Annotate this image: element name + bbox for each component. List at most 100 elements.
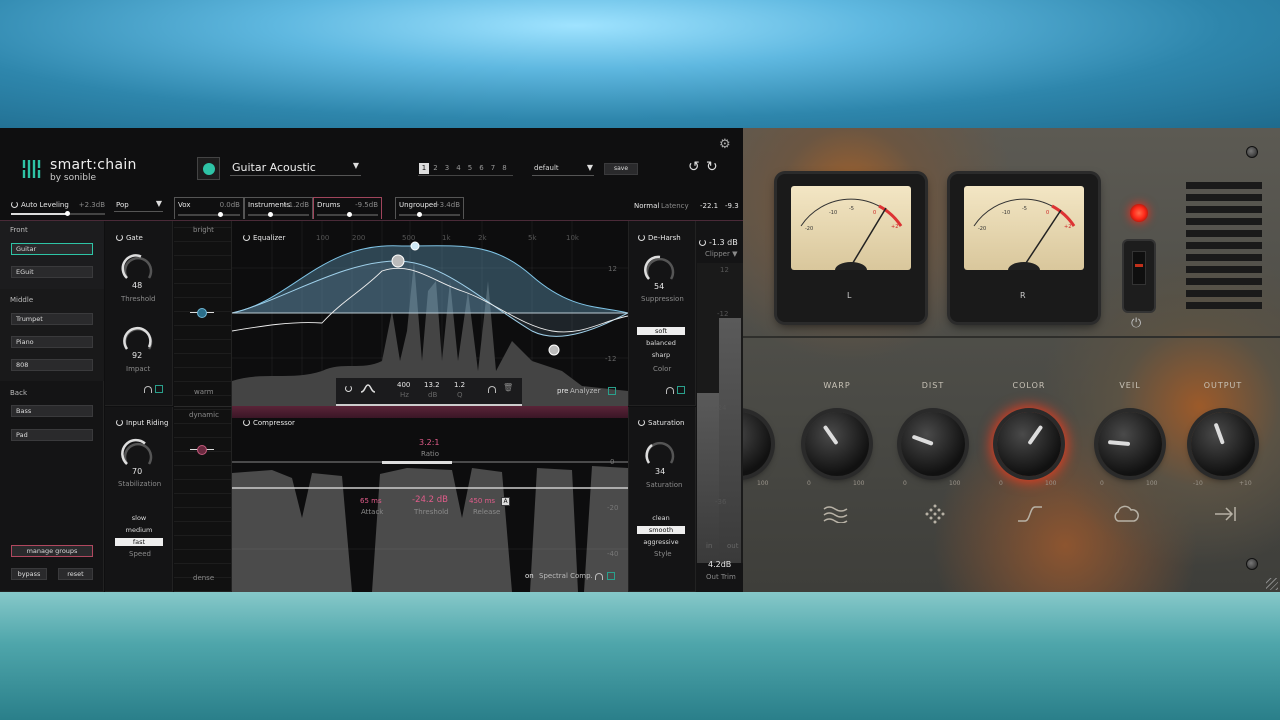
eq-freq-label: 5k [528, 234, 537, 242]
eq-db-value[interactable]: 13.2 [424, 381, 440, 389]
headphones-icon[interactable] [595, 573, 603, 580]
ratio-value[interactable]: 3.2:1 [419, 438, 440, 447]
group-slider[interactable] [399, 212, 460, 217]
style-smooth[interactable]: smooth [637, 526, 685, 534]
bypass-button[interactable]: bypass [11, 568, 47, 580]
genre-selector[interactable]: Pop ▼ [114, 199, 163, 212]
mode-label: Normal [634, 202, 660, 210]
amp-knob-color[interactable] [997, 412, 1061, 476]
preset-selector[interactable]: Guitar Acoustic ▼ [230, 160, 361, 176]
reset-button[interactable]: reset [58, 568, 93, 580]
power-icon: ⏻ [1131, 316, 1142, 331]
sidebar-item-eguit[interactable]: EGuit [11, 266, 93, 278]
gate-title[interactable]: Gate [116, 234, 143, 242]
compressor-meter-toggle[interactable] [607, 572, 615, 580]
tonal-tilt-handle[interactable] [190, 306, 214, 320]
amp-knob-output[interactable] [1191, 412, 1255, 476]
bank-selector[interactable]: default ▼ [532, 163, 594, 176]
compressor-panel[interactable]: 0 -20 -40 Compressor 3.2:1 Ratio 65 ms A… [232, 418, 628, 592]
sidebar-item-guitar[interactable]: Guitar [11, 243, 93, 255]
equalizer-panel[interactable]: 12 -12 Equalizer 400 Hz 13.2 dB 1.2 Q 🗑 … [232, 221, 628, 406]
out-trim-value[interactable]: 4.2dB [708, 560, 731, 569]
trash-icon[interactable]: 🗑 [503, 383, 513, 392]
clipper-value[interactable]: -1.3 dB [699, 238, 738, 247]
redo-icon[interactable]: ↻ [706, 159, 718, 175]
style-label: Style [654, 550, 672, 558]
arrow-right-bar-icon [1215, 507, 1236, 521]
speed-fast[interactable]: fast [115, 538, 163, 546]
gate-title-label: Gate [126, 234, 143, 242]
saturation-title[interactable]: Saturation [638, 419, 685, 427]
group-drums[interactable]: Drums -9.5dB [313, 197, 382, 219]
analyzer-toggle[interactable] [608, 387, 616, 395]
style-aggressive[interactable]: aggressive [637, 538, 685, 546]
group-vox[interactable]: Vox 0.0dB [174, 197, 244, 219]
dynamics-handle[interactable] [190, 443, 214, 457]
gate-meter-toggle[interactable] [155, 385, 163, 393]
preset-slot-5[interactable]: 5 [465, 163, 475, 174]
release-value[interactable]: 450 ms [469, 497, 495, 505]
sidebar-item-bass[interactable]: Bass [11, 405, 93, 417]
group-slider[interactable] [317, 212, 378, 217]
attack-value[interactable]: 65 ms [360, 497, 382, 505]
gate-impact-label: Impact [126, 365, 151, 373]
headphones-icon[interactable] [144, 386, 152, 393]
eq-q-value[interactable]: 1.2 [454, 381, 465, 389]
ratio-label: Ratio [421, 450, 439, 458]
gear-icon[interactable]: ⚙ [719, 137, 731, 152]
style-clean[interactable]: clean [637, 514, 685, 522]
deharsh-meter-toggle[interactable] [677, 386, 685, 394]
sidebar-item-808[interactable]: 808 [11, 359, 93, 371]
manage-groups-button[interactable]: manage groups [11, 545, 93, 557]
undo-icon[interactable]: ↺ [688, 159, 700, 175]
save-button[interactable]: save [604, 163, 638, 175]
comp-threshold-value[interactable]: -24.2 dB [412, 495, 448, 505]
spectral-on-label[interactable]: on [525, 572, 534, 580]
eq-band-power-icon[interactable] [345, 384, 355, 393]
preset-slot-7[interactable]: 7 [488, 163, 498, 174]
eq-title[interactable]: Equalizer [243, 234, 285, 242]
resize-grip[interactable] [1266, 578, 1278, 590]
meter-in-label: in [706, 542, 713, 550]
sidebar-item-piano[interactable]: Piano [11, 336, 93, 348]
bell-filter-icon[interactable] [360, 384, 376, 393]
color-balanced[interactable]: balanced [637, 339, 685, 347]
preset-slot-3[interactable]: 3 [442, 163, 452, 174]
amp-knob-dist[interactable] [901, 412, 965, 476]
sidebar-item-pad[interactable]: Pad [11, 429, 93, 441]
speed-slow[interactable]: slow [115, 514, 163, 522]
eq-db-unit: dB [428, 391, 438, 399]
color-sharp[interactable]: sharp [637, 351, 685, 359]
group-instruments[interactable]: Instruments +1.2dB [244, 197, 313, 219]
group-slider[interactable] [178, 212, 240, 217]
preset-slot-1[interactable]: 1 [419, 163, 429, 174]
eq-hz-value[interactable]: 400 [397, 381, 410, 389]
saturation-knob[interactable] [643, 437, 677, 471]
group-slider[interactable] [248, 212, 309, 217]
group-ungrouped[interactable]: Ungrouped +3.4dB [395, 197, 464, 219]
auto-leveling[interactable]: Auto Leveling +2.3dB [11, 199, 105, 217]
preset-slot-8[interactable]: 8 [500, 163, 510, 174]
ratio-slider[interactable] [382, 461, 452, 464]
sidebar-item-trumpet[interactable]: Trumpet [11, 313, 93, 325]
partial-knob[interactable] [743, 412, 771, 476]
input-riding-title[interactable]: Input Riding [116, 419, 168, 427]
speed-medium[interactable]: medium [115, 526, 163, 534]
auto-leveling-slider[interactable] [11, 211, 105, 216]
preset-slot-6[interactable]: 6 [477, 163, 487, 174]
headphones-icon[interactable] [488, 386, 496, 393]
power-switch[interactable] [1124, 241, 1154, 311]
amp-knob-warp[interactable] [805, 412, 869, 476]
compressor-title[interactable]: Compressor [243, 419, 295, 427]
amp-knob-veil[interactable] [1098, 412, 1162, 476]
deharsh-title[interactable]: De-Harsh [638, 234, 681, 242]
preset-slot-4[interactable]: 4 [454, 163, 464, 174]
color-soft[interactable]: soft [637, 327, 685, 335]
preset-slot-2[interactable]: 2 [431, 163, 441, 174]
eq-pre-label[interactable]: pre [557, 387, 568, 395]
auto-release-button[interactable]: A [501, 497, 510, 506]
instrument-color-button[interactable] [197, 157, 220, 180]
headphones-icon[interactable] [666, 387, 674, 394]
clipper-selector[interactable]: Clipper ▼ [705, 250, 737, 258]
saturation-title-label: Saturation [648, 419, 685, 427]
